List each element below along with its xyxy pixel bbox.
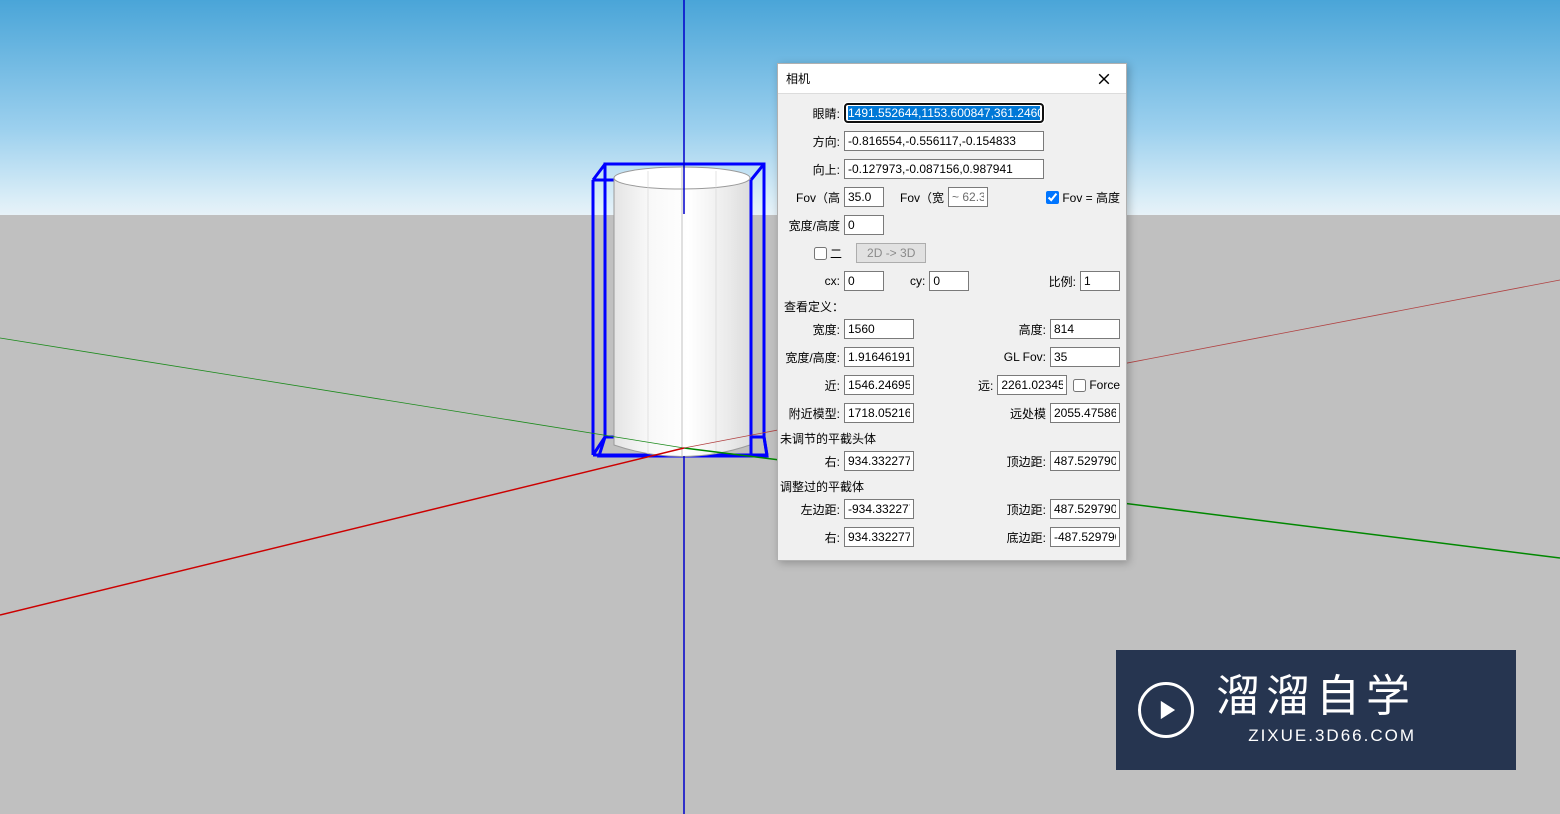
label-right2: 右: (784, 529, 844, 546)
dialog-titlebar[interactable]: 相机 (778, 64, 1126, 94)
near-model-input[interactable] (844, 403, 914, 423)
label-bottom2: 底边距: (995, 529, 1050, 546)
camera-dialog: 相机 眼睛: 方向: 向上: Fov（高 Fov（宽 (777, 63, 1127, 561)
label-far: 远: (969, 377, 997, 394)
far-input[interactable] (997, 375, 1067, 395)
section-view-def: 查看定义： (784, 298, 1120, 315)
label-direction: 方向: (784, 133, 844, 150)
label-top2: 顶边距: (995, 501, 1050, 518)
section-unadj-frustum: 未调节的平截头体 (780, 430, 1120, 447)
label-two-d: 二 (830, 245, 842, 262)
two-d-checkbox[interactable]: 二 (814, 245, 842, 262)
cx-input[interactable] (844, 271, 884, 291)
close-icon (1098, 73, 1110, 85)
label-glfov: GL Fov: (995, 350, 1050, 364)
height-input[interactable] (1050, 319, 1120, 339)
label-left2: 左边距: (784, 501, 844, 518)
wh-input[interactable] (844, 215, 884, 235)
near-input[interactable] (844, 375, 914, 395)
cy-input[interactable] (929, 271, 969, 291)
wh2-input[interactable] (844, 347, 914, 367)
watermark-text: 溜溜自学 (1216, 674, 1416, 720)
right1-input[interactable] (844, 451, 914, 471)
top2-input[interactable] (1050, 499, 1120, 519)
label-wh2: 宽度/高度: (784, 349, 844, 366)
left2-input[interactable] (844, 499, 914, 519)
label-fov-w: Fov（宽 (900, 189, 948, 206)
up-input[interactable] (844, 159, 1044, 179)
label-fov-eq-h: Fov = 高度 (1062, 189, 1120, 206)
close-button[interactable] (1082, 64, 1126, 93)
bottom2-input[interactable] (1050, 527, 1120, 547)
label-far-model: 远处模 (995, 405, 1050, 422)
label-scale: 比例: (1049, 273, 1080, 290)
eye-input[interactable] (844, 103, 1044, 123)
far-model-input[interactable] (1050, 403, 1120, 423)
label-top1: 顶边距: (995, 453, 1050, 470)
fov-w-display (948, 187, 988, 207)
label-force: Force (1089, 378, 1120, 392)
watermark: 溜溜自学 ZIXUE.3D66.COM (1116, 650, 1516, 770)
watermark-url: ZIXUE.3D66.COM (1248, 726, 1416, 746)
label-near: 近: (784, 377, 844, 394)
label-near-model: 附近模型: (784, 405, 844, 422)
label-cy: cy: (910, 274, 929, 288)
label-up: 向上: (784, 161, 844, 178)
play-icon (1138, 682, 1194, 738)
right2-input[interactable] (844, 527, 914, 547)
btn-2d-3d[interactable]: 2D -> 3D (856, 243, 926, 263)
glfov-input[interactable] (1050, 347, 1120, 367)
label-fov-h: Fov（高 (784, 189, 844, 206)
section-adj-frustum: 调整过的平截体 (780, 478, 1120, 495)
direction-input[interactable] (844, 131, 1044, 151)
top1-input[interactable] (1050, 451, 1120, 471)
label-height: 高度: (995, 321, 1050, 338)
force-checkbox[interactable]: Force (1073, 378, 1120, 392)
dialog-title: 相机 (786, 70, 1082, 87)
label-right1: 右: (784, 453, 844, 470)
scale-input[interactable] (1080, 271, 1120, 291)
fov-eq-h-checkbox[interactable]: Fov = 高度 (1046, 189, 1120, 206)
fov-h-input[interactable] (844, 187, 884, 207)
label-wh: 宽度/高度 (784, 217, 844, 234)
label-eye: 眼睛: (784, 105, 844, 122)
label-cx: cx: (784, 274, 844, 288)
label-width: 宽度: (784, 321, 844, 338)
width-input[interactable] (844, 319, 914, 339)
